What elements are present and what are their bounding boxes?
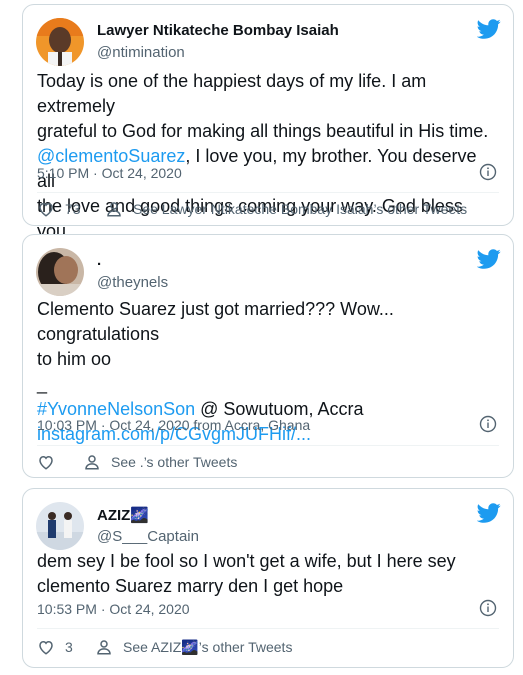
info-icon[interactable] — [479, 599, 497, 617]
author-name[interactable]: AZIZ🌌 — [97, 506, 149, 524]
author-name-text: AZIZ — [97, 507, 131, 524]
tweet-timestamp[interactable]: 10:03 PM · Oct 24, 2020 from Accra, Ghan… — [37, 417, 310, 433]
avatar-photo-icon — [36, 18, 84, 66]
other-tweets-label: See Lawyer Ntikateche Bombay Isaiah’s ot… — [133, 201, 468, 217]
person-icon — [85, 455, 99, 470]
twitter-bird-icon[interactable] — [477, 501, 501, 525]
tweet-text-line: grateful to God for making all things be… — [37, 121, 489, 141]
galaxy-emoji-icon: 🌌 — [181, 638, 199, 655]
tweet-text-line: clemento Suarez marry den I get hope — [37, 576, 344, 596]
tweet-text-line: Clemento Suarez just got married??? Wow.… — [37, 299, 394, 344]
info-icon[interactable] — [479, 163, 497, 181]
other-tweets-prefix: See AZIZ — [123, 638, 182, 655]
like-button[interactable]: 3 — [37, 638, 73, 656]
author-name[interactable]: . — [97, 252, 101, 269]
mention-link[interactable]: @clementoSuarez — [37, 146, 185, 166]
tweet-card-3[interactable]: AZIZ🌌 @S___Captain dem sey I be fool so … — [22, 488, 514, 668]
divider — [37, 192, 499, 193]
galaxy-emoji-icon: 🌌 — [130, 507, 150, 524]
avatar[interactable] — [36, 248, 84, 296]
tweet-text-segment: @ Sowutuom, Accra — [195, 399, 364, 419]
tweet-timestamp[interactable]: 5:10 PM · Oct 24, 2020 — [37, 165, 182, 181]
like-button[interactable]: 73 — [37, 200, 81, 218]
tweet-text: dem sey I be fool so I won't get a wife,… — [37, 549, 497, 599]
tweet-text-line: Today is one of the happiest days of my … — [37, 71, 427, 116]
heart-icon — [39, 455, 53, 470]
tweet-timestamp[interactable]: 10:53 PM · Oct 24, 2020 — [37, 601, 190, 617]
author-handle[interactable]: @ntimination — [97, 44, 185, 61]
heart-icon — [39, 640, 53, 655]
like-button[interactable] — [37, 453, 55, 471]
heart-icon — [39, 202, 53, 217]
tweet-text-line: dem sey I be fool so I won't get a wife,… — [37, 551, 456, 571]
avatar[interactable] — [36, 502, 84, 550]
info-icon[interactable] — [479, 415, 497, 433]
tweet-card-1[interactable]: Lawyer Ntikateche Bombay Isaiah @ntimina… — [22, 4, 514, 241]
hashtag-link[interactable]: #YvonneNelsonSon — [37, 399, 195, 419]
tweet-text-line: to him oo — [37, 349, 112, 369]
author-handle[interactable]: @S___Captain — [97, 528, 199, 545]
other-tweets-link[interactable]: See AZIZ🌌’s other Tweets — [95, 638, 292, 656]
divider — [37, 445, 499, 446]
twitter-bird-icon[interactable] — [477, 17, 501, 41]
avatar-photo-icon — [36, 502, 84, 550]
other-tweets-link[interactable]: See Lawyer Ntikateche Bombay Isaiah’s ot… — [105, 200, 467, 218]
tweet-card-2[interactable]: . @theynels Clemento Suarez just got mar… — [22, 234, 514, 478]
other-tweets-label: See .’s other Tweets — [111, 454, 238, 470]
author-name[interactable]: Lawyer Ntikateche Bombay Isaiah — [97, 22, 339, 39]
twitter-bird-icon[interactable] — [477, 247, 501, 271]
divider — [37, 628, 499, 629]
other-tweets-label: See AZIZ🌌’s other Tweets — [123, 639, 292, 656]
author-handle[interactable]: @theynels — [97, 274, 168, 291]
avatar[interactable] — [36, 18, 84, 66]
person-icon — [97, 640, 111, 655]
person-icon — [107, 202, 121, 217]
like-count: 3 — [65, 639, 73, 655]
tweet-text-line: _ — [37, 374, 48, 394]
like-count: 73 — [65, 201, 81, 217]
other-tweets-link[interactable]: See .’s other Tweets — [83, 453, 237, 471]
other-tweets-suffix: ’s other Tweets — [198, 638, 293, 655]
avatar-photo-icon — [36, 248, 84, 296]
